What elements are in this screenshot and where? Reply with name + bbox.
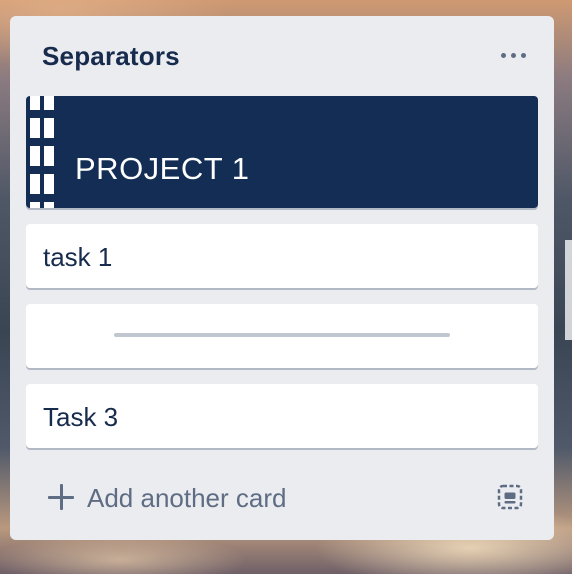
card-project-1[interactable]: PROJECT 1 — [26, 96, 538, 208]
card-separator[interactable] — [26, 304, 538, 368]
card-title: Task 3 — [43, 402, 119, 432]
card-title: task 1 — [43, 242, 113, 272]
card-title: PROJECT 1 — [75, 151, 250, 186]
card-template-icon[interactable] — [496, 483, 524, 511]
add-card-button[interactable]: Add another card — [34, 474, 454, 520]
list-title[interactable]: Separators — [42, 41, 180, 72]
separator-dashes-left — [30, 96, 40, 208]
next-list-edge — [565, 240, 572, 340]
card-task-3[interactable]: Task 3 — [26, 384, 538, 448]
more-horizontal-icon[interactable] — [496, 42, 532, 70]
plus-icon — [48, 484, 74, 510]
separator-dashes-right — [44, 96, 54, 208]
card-task-1[interactable]: task 1 — [26, 224, 538, 288]
add-card-label: Add another card — [87, 483, 287, 513]
separator-line — [114, 333, 450, 337]
list-header: Separators — [10, 16, 554, 96]
list-column: Separators PROJECT 1 task 1 Task 3 Add a… — [10, 16, 554, 540]
